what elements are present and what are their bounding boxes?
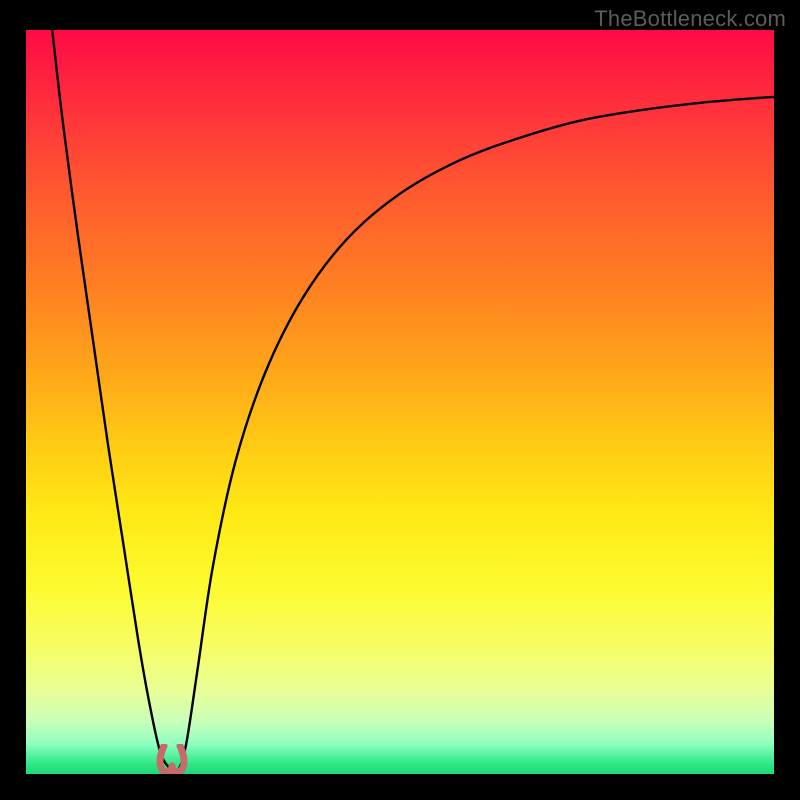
- minimum-marker: [154, 744, 190, 774]
- plot-area: [26, 30, 774, 774]
- bottleneck-curve: [52, 30, 774, 772]
- marker-icon: [154, 744, 190, 774]
- chart-stage: TheBottleneck.com: [0, 0, 800, 800]
- watermark-text: TheBottleneck.com: [594, 6, 786, 32]
- curve-svg: [26, 30, 774, 774]
